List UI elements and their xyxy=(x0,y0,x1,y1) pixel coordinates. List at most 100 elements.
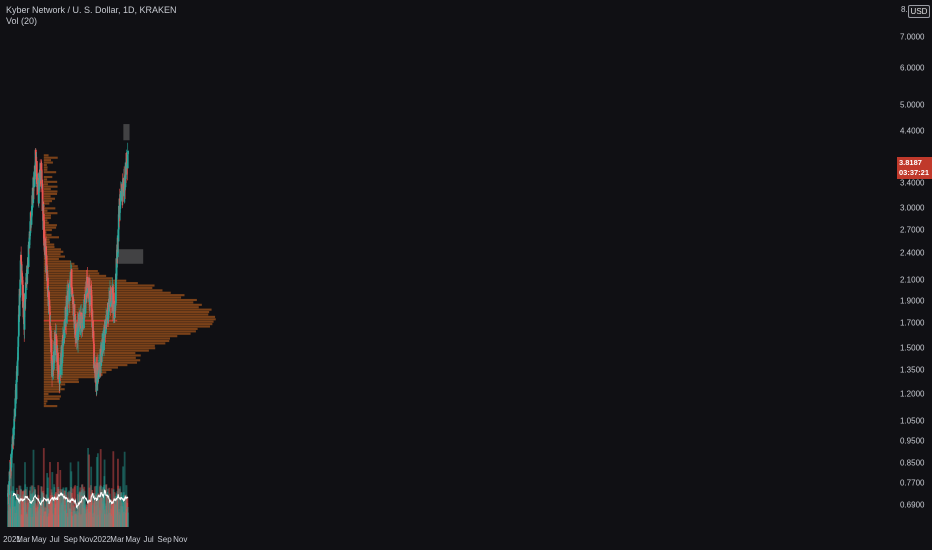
volume-profile-row xyxy=(43,171,57,174)
price-axis-label: 1.3500 xyxy=(900,365,925,375)
price-axis-label: 7.0000 xyxy=(900,32,925,42)
price-axis-label: 6.0000 xyxy=(900,63,925,73)
volume-profile-row xyxy=(43,190,58,193)
time-axis-label: 2022 xyxy=(93,535,111,544)
price-axis-label: 1.9000 xyxy=(900,296,925,306)
volume-profile-row xyxy=(43,395,61,398)
volume-profile-row xyxy=(43,197,56,200)
last-price-value: 3.8187 xyxy=(899,158,922,167)
volume-profile-row xyxy=(43,214,51,217)
time-axis-label: Mar xyxy=(110,535,125,544)
volume-profile-row xyxy=(43,286,153,289)
price-axis-label: 5.0000 xyxy=(900,100,925,110)
price-axis-label: 1.2000 xyxy=(900,389,925,398)
volume-profile-row xyxy=(43,366,118,369)
price-axis-label: 2.7000 xyxy=(900,225,925,235)
time-axis-label: Nov xyxy=(79,535,94,544)
price-axis-label: 0.9500 xyxy=(900,436,925,446)
price-axis-label: 3.0000 xyxy=(900,203,925,213)
candle-body xyxy=(19,282,22,296)
volume-profile-row xyxy=(43,402,47,405)
price-axis-label: 2.1000 xyxy=(900,275,925,285)
volume-profile-row xyxy=(43,315,216,318)
volume-profile-row xyxy=(43,226,57,229)
volume-profile-row xyxy=(43,400,48,403)
volume-profile-row xyxy=(43,188,51,191)
chart-legend[interactable]: Kyber Network / U. S. Dollar, 1D, KRAKEN… xyxy=(6,5,177,27)
price-axis-label: 0.7700 xyxy=(900,478,925,488)
volume-profile-row xyxy=(43,332,191,335)
volume-profile-row xyxy=(43,385,62,388)
volume-profile-row xyxy=(43,397,60,400)
price-axis-label: 0.8500 xyxy=(900,458,925,468)
time-axis-label: Nov xyxy=(173,535,188,544)
price-axis-label: 3.4000 xyxy=(900,178,925,188)
price-chart[interactable] xyxy=(0,0,932,550)
candle-body xyxy=(127,150,129,155)
volume-profile-row xyxy=(43,163,47,167)
volume-bar xyxy=(127,512,129,527)
bar-countdown: 03:37:21 xyxy=(899,168,930,177)
volume-profile-row xyxy=(43,383,66,386)
volume-profile-row xyxy=(43,291,171,294)
last-price-tag: 3.8187 03:37:21 xyxy=(897,157,932,179)
time-axis-label: Sep xyxy=(63,535,78,544)
volume-profile-row xyxy=(43,308,212,311)
volume-profile-row xyxy=(43,327,198,330)
volume-profile-row xyxy=(43,265,78,268)
volume-profile-row xyxy=(43,323,213,326)
volume-profile-row xyxy=(43,185,58,188)
currency-badge[interactable]: USD xyxy=(908,5,930,18)
time-axis-label: Jul xyxy=(143,535,154,544)
volume-profile-row xyxy=(43,325,210,328)
volume-profile-row xyxy=(43,344,155,347)
volume-profile-row xyxy=(43,349,149,352)
volume-profile-row xyxy=(43,212,58,215)
volume-profile-row xyxy=(43,260,72,263)
time-axis-label: May xyxy=(125,535,141,544)
price-zone[interactable] xyxy=(118,249,144,264)
volume-profile-row xyxy=(43,388,65,391)
volume-profile-row xyxy=(43,224,57,227)
volume-profile-row xyxy=(43,168,48,171)
volume-profile-row xyxy=(43,380,79,384)
volume-profile-row xyxy=(43,166,48,169)
price-axis-label: 4.4000 xyxy=(900,126,925,136)
volume-profile-row xyxy=(43,207,56,210)
volume-profile-row xyxy=(43,330,196,333)
volume-profile-row xyxy=(43,209,48,212)
volume-profile-row xyxy=(43,405,58,408)
volume-profile-row xyxy=(43,279,127,282)
volume-profile-row xyxy=(43,154,49,157)
volume-profile-row xyxy=(43,216,51,220)
price-axis-label: 1.7000 xyxy=(900,318,925,328)
volume-profile-row xyxy=(43,390,61,393)
volume-profile-row xyxy=(43,392,49,396)
candle-body xyxy=(71,287,74,291)
volume-profile-row xyxy=(43,195,51,198)
candle-body xyxy=(117,229,120,242)
volume-profile-row xyxy=(43,159,51,162)
candle-body xyxy=(107,311,110,315)
volume-profile-row xyxy=(43,274,107,277)
volume-profile-row xyxy=(43,310,210,314)
volume-profile-row xyxy=(43,277,113,280)
volume-profile-row xyxy=(43,178,48,181)
price-axis-top-partial: 8. xyxy=(901,5,908,14)
volume-profile-row xyxy=(43,180,58,183)
price-axis-label: 1.0500 xyxy=(900,416,925,425)
volume-profile-row xyxy=(43,284,155,287)
volume-profile-row xyxy=(43,200,53,203)
symbol-title[interactable]: Kyber Network / U. S. Dollar, 1D, KRAKEN xyxy=(6,5,177,16)
volume-profile-row xyxy=(43,313,209,316)
price-axis-label: 1.5000 xyxy=(900,343,925,353)
time-axis-label: Sep xyxy=(157,535,172,544)
volume-profile-row xyxy=(43,282,138,285)
time-axis-label: May xyxy=(31,535,47,544)
volume-profile-row xyxy=(43,192,58,195)
volume-profile-row xyxy=(43,267,79,270)
volume-profile-row xyxy=(43,183,48,186)
price-zone[interactable] xyxy=(123,124,130,141)
volume-indicator-label[interactable]: Vol (20) xyxy=(6,16,177,27)
volume-profile-row xyxy=(43,318,216,321)
